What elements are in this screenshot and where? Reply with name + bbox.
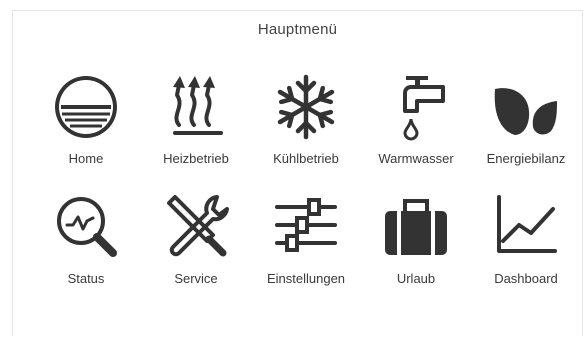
menu-item-kuehlbetrieb[interactable]: Kühlbetrieb xyxy=(251,71,361,181)
menu-item-einstellungen[interactable]: Einstellungen xyxy=(251,191,361,301)
snowflake-icon xyxy=(277,74,335,140)
magnifier-pulse-icon xyxy=(57,197,117,257)
menu-item-warmwasser[interactable]: Warmwasser xyxy=(361,71,471,181)
menu-item-urlaub[interactable]: Urlaub xyxy=(361,191,471,301)
suitcase-icon xyxy=(385,199,447,255)
tools-icon xyxy=(167,195,229,257)
page-title: Hauptmenü xyxy=(257,21,338,38)
sliders-icon xyxy=(275,198,337,252)
home-horizon-icon xyxy=(55,76,117,138)
menu-item-label: Energiebilanz xyxy=(486,151,566,166)
menu-item-status[interactable]: Status xyxy=(31,191,141,301)
menu-item-service[interactable]: Service xyxy=(141,191,251,301)
menu-item-dashboard[interactable]: Dashboard xyxy=(471,191,581,301)
menu-item-energiebilanz[interactable]: Energiebilanz xyxy=(471,71,581,181)
menu-item-home[interactable]: Home xyxy=(31,71,141,181)
menu-item-label: Dashboard xyxy=(494,271,558,286)
leaves-icon xyxy=(494,88,557,135)
faucet-icon xyxy=(403,76,445,141)
heat-waves-icon xyxy=(173,76,223,135)
line-chart-icon xyxy=(497,195,557,253)
menu-item-heizbetrieb[interactable]: Heizbetrieb xyxy=(141,71,251,181)
main-menu-panel: Hauptmenü Home Heizbetrieb Kühlbetrieb W… xyxy=(12,10,583,336)
